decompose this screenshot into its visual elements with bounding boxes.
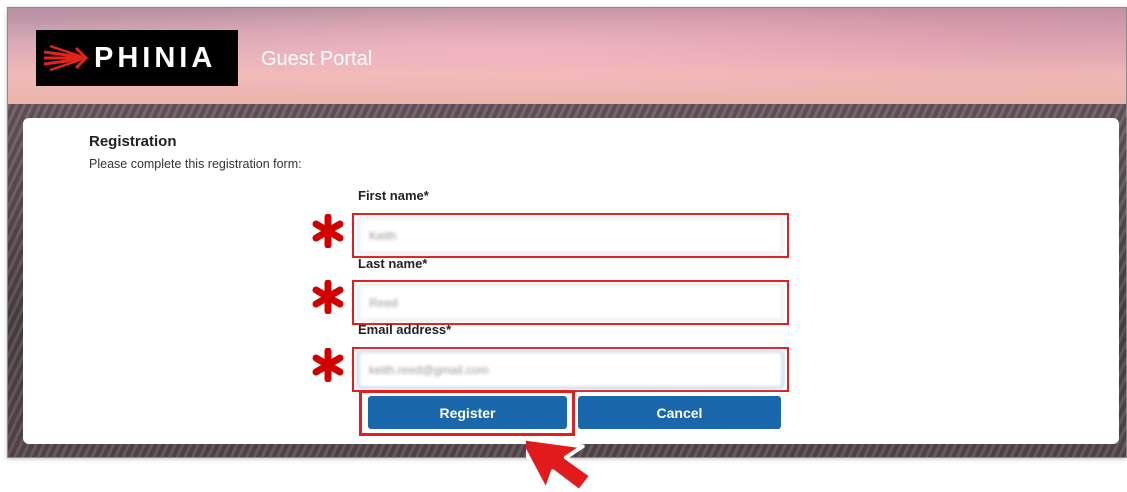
first-name-label: First name*	[358, 188, 429, 203]
registration-card: Registration Please complete this regist…	[23, 118, 1119, 444]
email-label: Email address*	[358, 322, 452, 337]
asterisk-icon	[312, 348, 344, 382]
email-field-highlight	[352, 347, 789, 392]
asterisk-icon	[312, 280, 344, 314]
page-title: Registration	[89, 133, 177, 150]
browser-frame: PHINIA Guest Portal Registration Please …	[7, 7, 1127, 458]
last-name-label: Last name*	[358, 256, 428, 271]
email-input[interactable]	[358, 351, 783, 388]
asterisk-icon	[312, 214, 344, 248]
arrow-cursor-icon	[526, 435, 594, 492]
first-name-input[interactable]	[358, 217, 783, 254]
phinia-logo-mark-icon	[36, 30, 94, 86]
phinia-logo: PHINIA	[36, 30, 238, 86]
portal-title: Guest Portal	[261, 48, 373, 70]
form-instructions: Please complete this registration form:	[89, 157, 302, 171]
logo-text: PHINIA	[94, 41, 217, 74]
last-name-input[interactable]	[358, 284, 783, 321]
last-name-field-highlight	[352, 280, 789, 325]
first-name-field-highlight	[352, 213, 789, 258]
